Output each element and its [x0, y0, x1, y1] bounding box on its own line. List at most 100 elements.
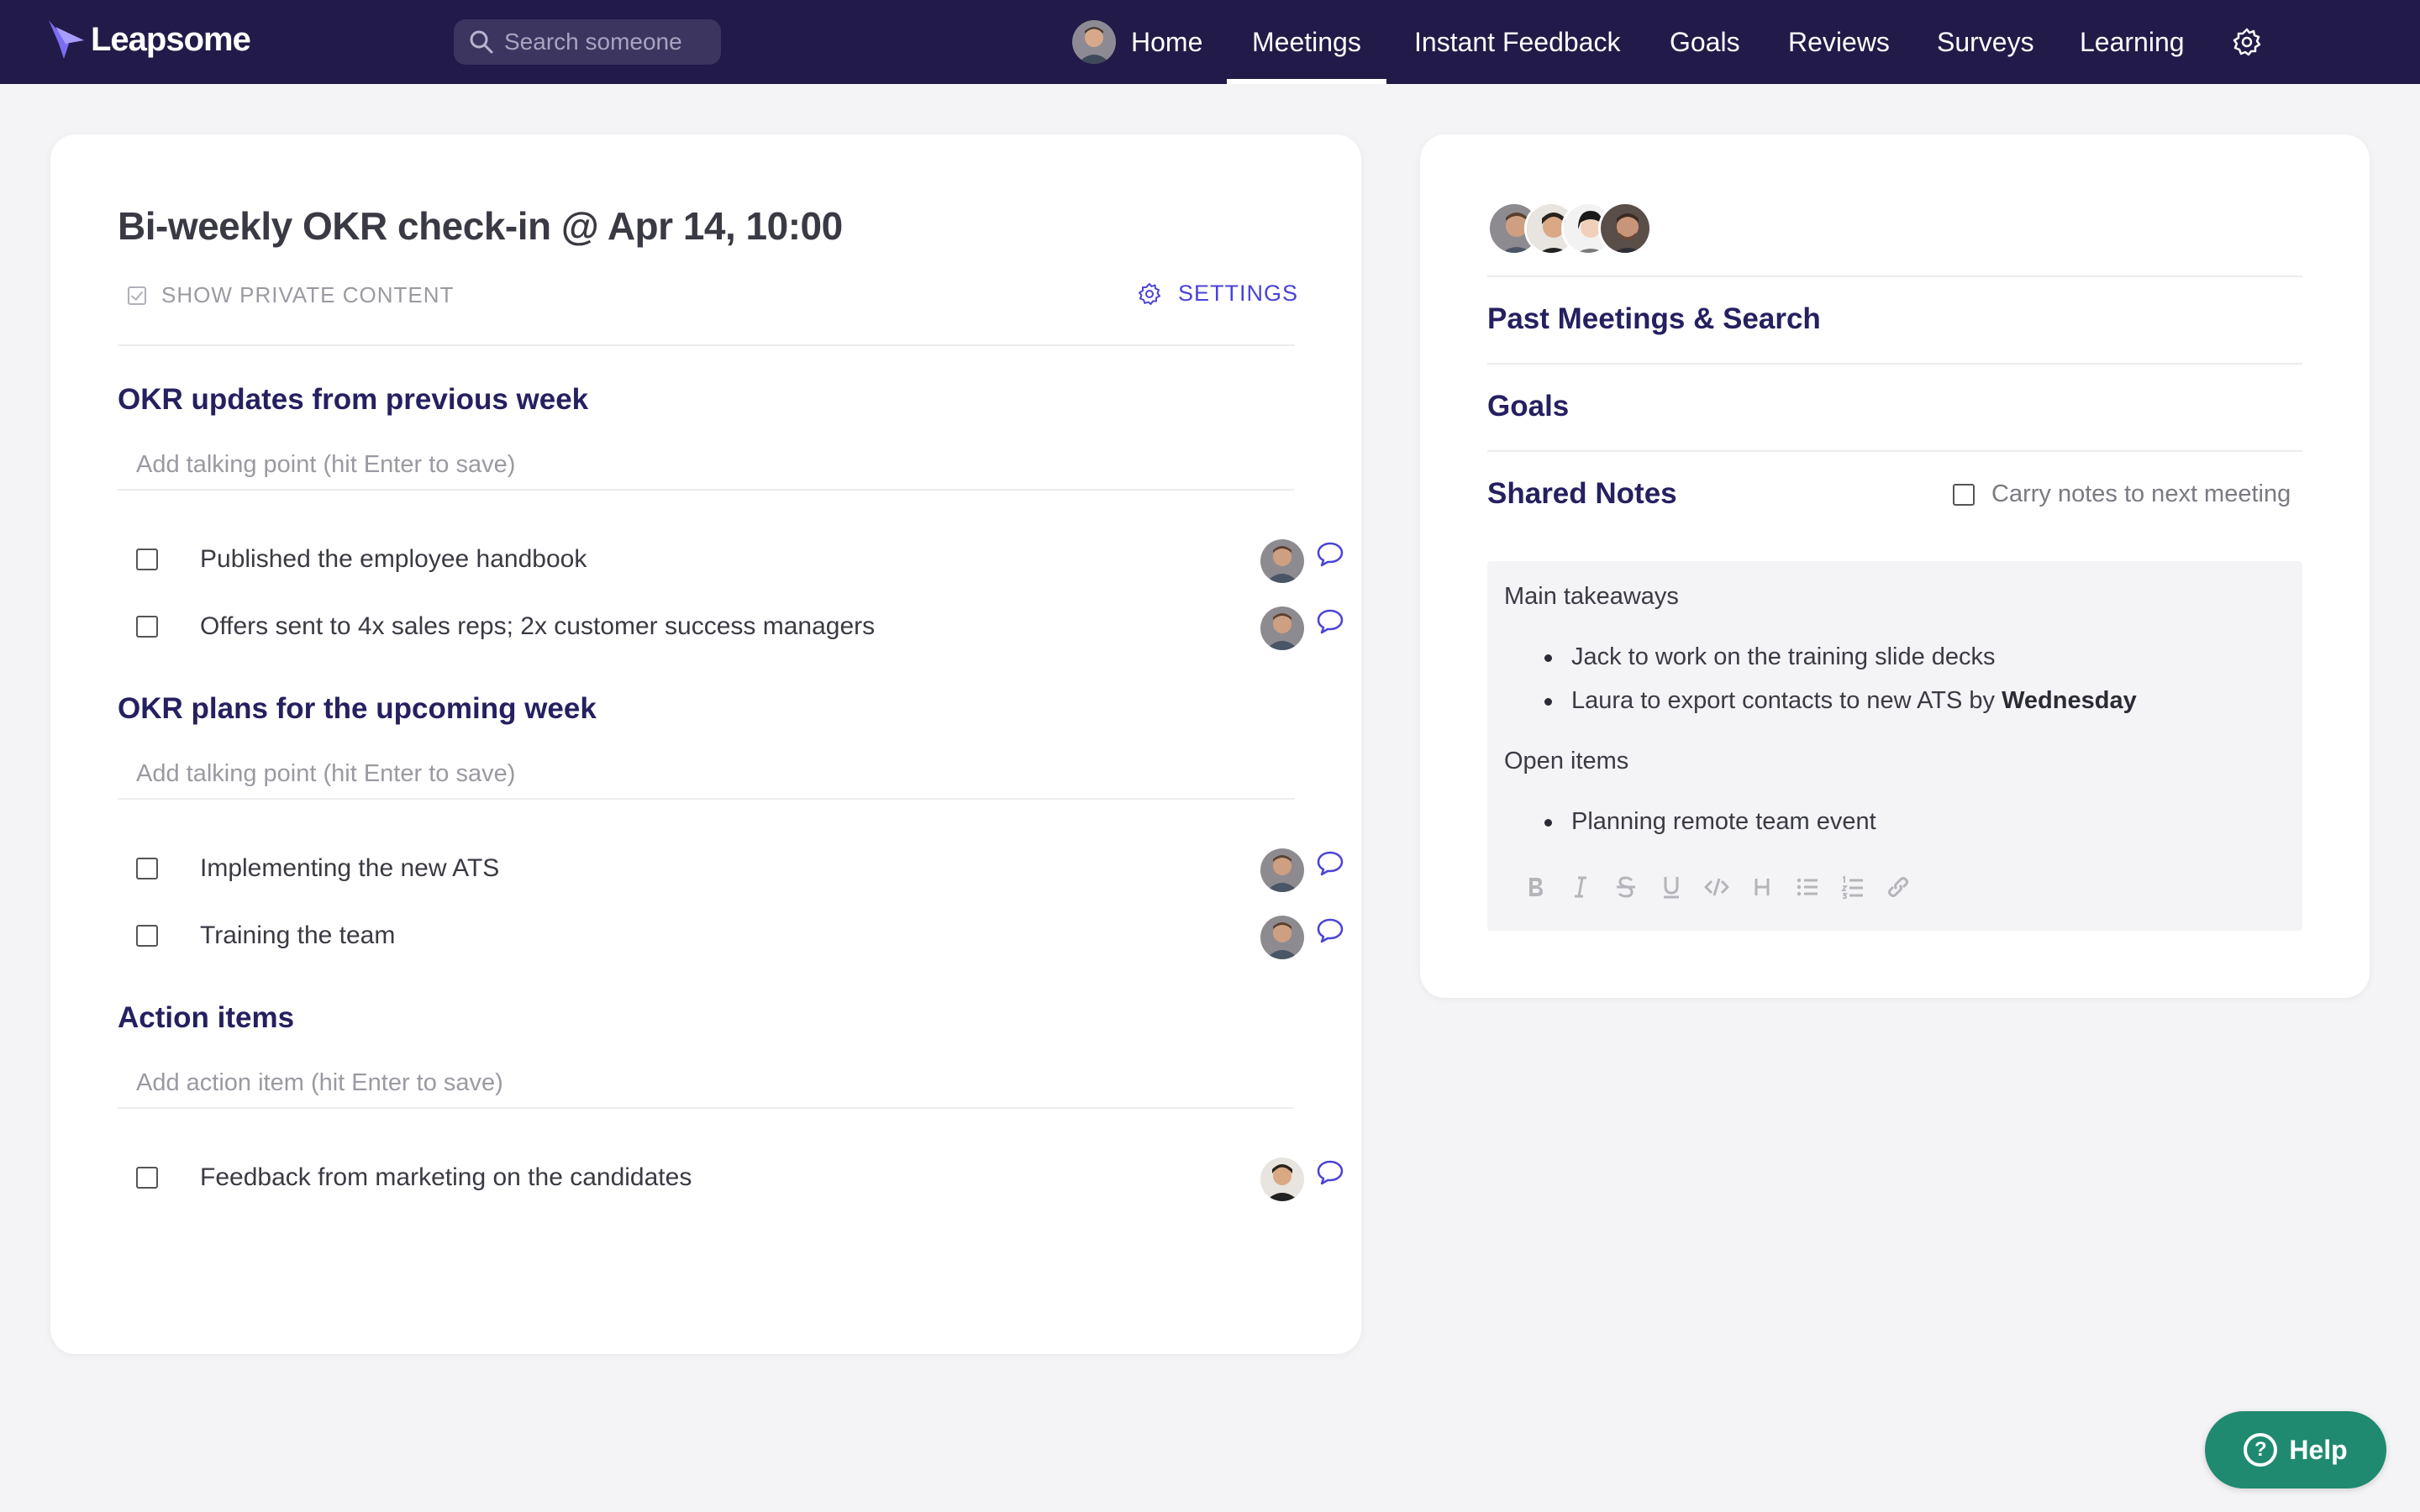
top-navigation-bar: Leapsome Search someone Home Meetings In…: [0, 0, 2420, 84]
participant-avatar: [1598, 202, 1652, 255]
notes-bullet-text: Planning remote team event: [1571, 808, 1876, 835]
meeting-settings-button[interactable]: SETTINGS: [1138, 281, 1298, 307]
notes-bullet-text: Jack to work on the training slide decks: [1571, 643, 1996, 670]
meeting-sidebar-card: Past Meetings & Search Goals Shared Note…: [1420, 134, 2370, 998]
action-item-checkbox[interactable]: [136, 1167, 158, 1189]
nav-surveys[interactable]: Surveys: [1937, 0, 2034, 84]
notes-bullet-text: Laura to export contacts to new ATS by: [1571, 687, 2002, 714]
notes-heading: Open items: [1504, 748, 1629, 774]
talking-point-label: Implementing the new ATS: [200, 854, 500, 882]
section-title: Action items: [118, 1001, 295, 1034]
past-meetings-search-link[interactable]: Past Meetings & Search: [1487, 302, 1821, 336]
divider: [1487, 363, 2302, 365]
talking-point: Training the team: [136, 911, 1346, 961]
numbered-list-icon[interactable]: [1830, 870, 1876, 904]
nav-reviews-label: Reviews: [1788, 26, 1890, 57]
add-talking-point-input[interactable]: Add talking point (hit Enter to save): [118, 440, 1294, 491]
assignee-avatar[interactable]: [1260, 848, 1304, 892]
action-item: Feedback from marketing on the candidate…: [136, 1152, 1346, 1203]
carry-notes-toggle[interactable]: Carry notes to next meeting: [1953, 480, 2291, 508]
help-button[interactable]: ? Help: [2205, 1411, 2386, 1488]
section-title: OKR plans for the upcoming week: [118, 692, 597, 725]
user-avatar: [1072, 20, 1116, 64]
divider: [1487, 276, 2302, 277]
talking-point: Offers sent to 4x sales reps; 2x custome…: [136, 601, 1346, 652]
assignee-avatar[interactable]: [1260, 916, 1304, 959]
assignee-avatar[interactable]: [1260, 1158, 1304, 1201]
talking-point-checkbox[interactable]: [136, 549, 158, 570]
nav-learning[interactable]: Learning: [2080, 0, 2185, 84]
notes-bullet: Laura to export contacts to new ATS by W…: [1544, 687, 2137, 731]
talking-point-label: Offers sent to 4x sales reps; 2x custome…: [200, 612, 876, 640]
nav-instant-feedback[interactable]: Instant Feedback: [1414, 0, 1620, 84]
participants-avatars[interactable]: [1487, 202, 1652, 255]
section-title: OKR updates from previous week: [118, 383, 589, 416]
talking-point-checkbox[interactable]: [136, 925, 158, 947]
comment-icon[interactable]: [1316, 917, 1344, 944]
search-input[interactable]: Search someone: [454, 19, 721, 65]
settings-gear-icon: [1139, 282, 1160, 305]
nav-instant-feedback-label: Instant Feedback: [1414, 26, 1621, 57]
carry-notes-checkbox[interactable]: [1953, 483, 1975, 506]
talking-point: Published the employee handbook: [136, 534, 1346, 585]
comment-icon[interactable]: [1316, 541, 1344, 568]
show-private-checkbox[interactable]: [128, 286, 146, 305]
add-action-item-input[interactable]: Add action item (hit Enter to save): [118, 1058, 1294, 1109]
header-divider: [118, 344, 1294, 346]
shared-notes-title: Shared Notes: [1487, 477, 1677, 510]
brand-name: Leapsome: [91, 20, 251, 58]
link-icon[interactable]: [1876, 870, 1921, 904]
leapsome-logo[interactable]: Leapsome: [47, 18, 251, 60]
leapsome-logo-icon: [49, 20, 84, 59]
meeting-agenda-card: Bi-weekly OKR check-in @ Apr 14, 10:00 S…: [50, 134, 1361, 1354]
bullet-list-icon[interactable]: [1785, 870, 1830, 904]
carry-notes-label: Carry notes to next meeting: [1991, 480, 2291, 507]
shared-notes-editor[interactable]: Main takeaways Jack to work on the train…: [1487, 561, 2302, 931]
notes-formatting-toolbar: [1512, 870, 1921, 904]
talking-point-checkbox[interactable]: [136, 616, 158, 638]
talking-point-label: Training the team: [200, 921, 396, 949]
bold-icon[interactable]: [1512, 870, 1558, 904]
divider: [1487, 450, 2302, 452]
assignee-avatar[interactable]: [1260, 606, 1304, 650]
settings-gear-icon[interactable]: [2232, 27, 2262, 57]
add-talking-point-input[interactable]: Add talking point (hit Enter to save): [118, 749, 1294, 800]
show-private-label: SHOW PRIVATE CONTENT: [161, 282, 455, 307]
action-item-label: Feedback from marketing on the candidate…: [200, 1163, 692, 1191]
nav-meetings-label: Meetings: [1252, 26, 1361, 57]
notes-bullet-bold-text: Wednesday: [2002, 687, 2137, 714]
nav-goals[interactable]: Goals: [1670, 0, 1740, 84]
help-label: Help: [2289, 1434, 2348, 1465]
search-placeholder: Search someone: [504, 29, 682, 55]
notes-bullet-list: Planning remote team event: [1544, 808, 1876, 852]
help-question-icon: ?: [2244, 1433, 2278, 1467]
italic-icon[interactable]: [1558, 870, 1603, 904]
search-icon: [470, 30, 493, 54]
comment-icon[interactable]: [1316, 608, 1344, 635]
talking-point-checkbox[interactable]: [136, 858, 158, 879]
underline-icon[interactable]: [1649, 870, 1694, 904]
talking-point: Implementing the new ATS: [136, 843, 1346, 894]
nav-surveys-label: Surveys: [1937, 26, 2034, 57]
nav-home[interactable]: Home: [1072, 0, 1202, 84]
nav-home-label: Home: [1131, 26, 1203, 57]
nav-meetings[interactable]: Meetings: [1227, 0, 1386, 84]
notes-bullet-list: Jack to work on the training slide decks…: [1544, 643, 2137, 731]
comment-icon[interactable]: [1316, 850, 1344, 877]
nav-reviews[interactable]: Reviews: [1788, 0, 1890, 84]
talking-point-label: Published the employee handbook: [200, 545, 587, 573]
assignee-avatar[interactable]: [1260, 539, 1304, 583]
goals-link[interactable]: Goals: [1487, 390, 1569, 423]
strikethrough-icon[interactable]: [1603, 870, 1649, 904]
code-icon[interactable]: [1694, 870, 1739, 904]
notes-heading: Main takeaways: [1504, 583, 1679, 610]
notes-bullet: Planning remote team event: [1544, 808, 1876, 852]
nav-learning-label: Learning: [2080, 26, 2185, 57]
heading-icon[interactable]: [1739, 870, 1785, 904]
comment-icon[interactable]: [1316, 1159, 1344, 1186]
nav-goals-label: Goals: [1670, 26, 1740, 57]
show-private-content-toggle[interactable]: SHOW PRIVATE CONTENT: [128, 282, 454, 308]
meeting-title: Bi-weekly OKR check-in @ Apr 14, 10:00: [118, 204, 843, 248]
notes-bullet: Jack to work on the training slide decks: [1544, 643, 2137, 687]
settings-label: SETTINGS: [1178, 281, 1299, 306]
